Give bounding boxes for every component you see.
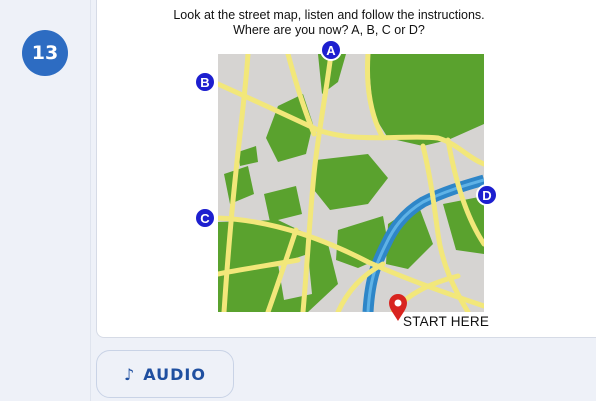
audio-button-label: AUDIO xyxy=(143,364,206,384)
street-map-image xyxy=(218,54,484,312)
question-number-badge: 13 xyxy=(22,30,68,76)
music-note-icon: ♪ xyxy=(124,364,136,384)
instruction-line-2: Where are you now? A, B, C or D? xyxy=(233,23,425,37)
audio-button[interactable]: ♪ AUDIO xyxy=(96,350,234,398)
instruction-line-1: Look at the street map, listen and follo… xyxy=(173,8,485,22)
map-marker-c: C xyxy=(194,207,216,229)
start-here-label: START HERE xyxy=(403,314,490,329)
map-marker-d: D xyxy=(476,184,498,206)
map-marker-b: B xyxy=(194,71,216,93)
question-number-column: 13 xyxy=(0,0,91,401)
instructions: Look at the street map, listen and follo… xyxy=(96,8,562,38)
map-marker-a: A xyxy=(320,39,342,61)
